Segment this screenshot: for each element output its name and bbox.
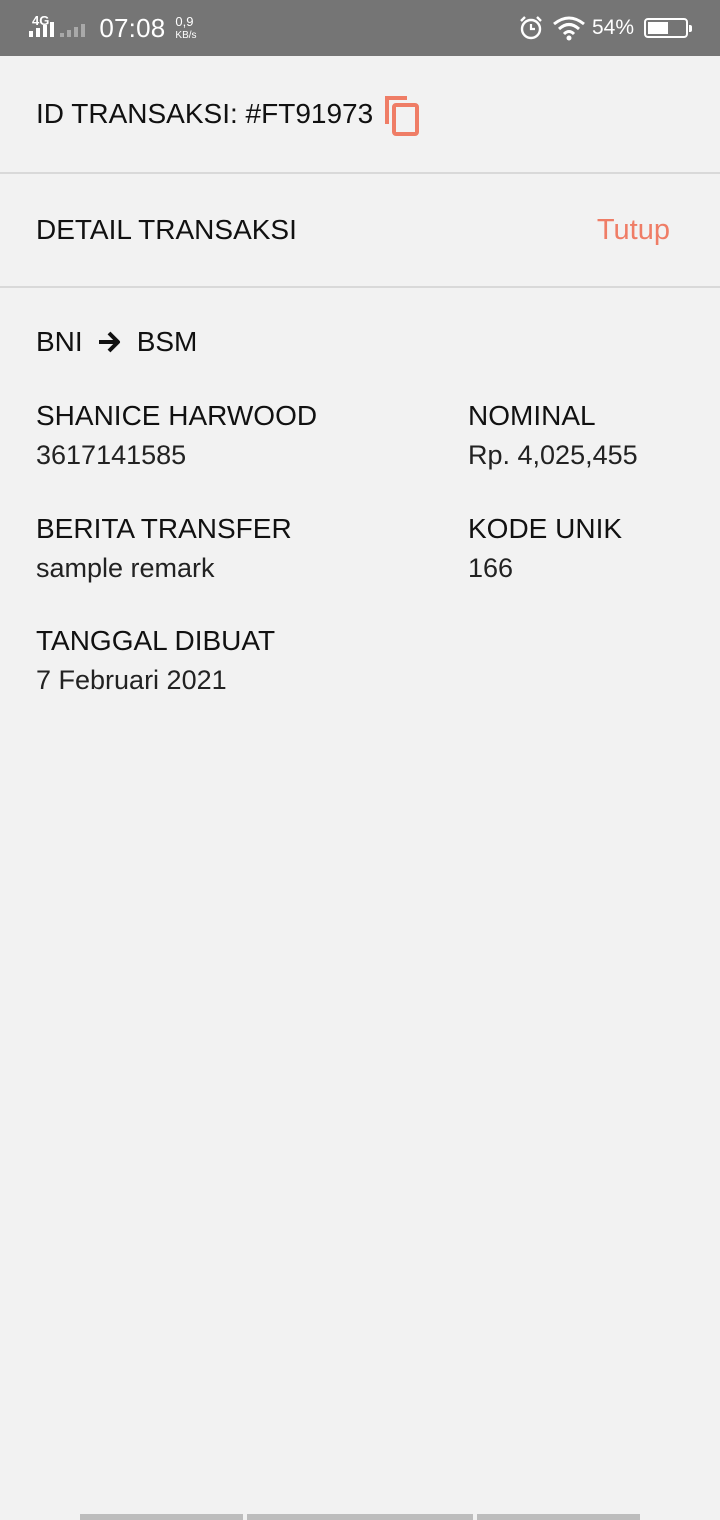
detail-header-row: DETAIL TRANSAKSI Tutup (0, 174, 720, 288)
arrow-right-icon (98, 331, 120, 353)
status-time: 07:08 (99, 12, 166, 43)
copy-icon[interactable] (383, 94, 421, 138)
speed-value: 0,9 (175, 14, 194, 29)
route-from: BNI (36, 326, 83, 357)
date-value: 7 Februari 2021 (36, 665, 227, 695)
recipient-field: SHANICE HARWOOD 3617141585 (36, 400, 317, 471)
detail-title: DETAIL TRANSAKSI (36, 214, 297, 245)
battery-icon (644, 18, 692, 38)
close-button[interactable]: Tutup (597, 214, 670, 247)
nav-gesture-segment-center[interactable] (247, 1514, 473, 1520)
nominal-field: NOMINAL Rp. 4,025,455 (468, 400, 638, 471)
nav-gesture-segment-left[interactable] (80, 1514, 243, 1520)
transaction-id: ID TRANSAKSI: #FT91973 (36, 98, 374, 129)
status-bar-right: 54% (518, 15, 692, 41)
status-bar: 4G 07:08 0,9 KB/s 54% (0, 0, 720, 56)
bank-route: BNI BSM (36, 326, 197, 358)
date-field: TANGGAL DIBUAT 7 Februari 2021 (36, 625, 275, 696)
remark-field: BERITA TRANSFER sample remark (36, 513, 292, 584)
network-type: 4G (32, 12, 50, 28)
wifi-icon (553, 16, 585, 41)
network-speed: 0,9 KB/s (175, 15, 196, 41)
alarm-icon (520, 16, 542, 40)
remark-value: sample remark (36, 553, 215, 583)
unique-code-value: 166 (468, 553, 514, 583)
route-to: BSM (136, 326, 198, 357)
transaction-id-row: ID TRANSAKSI: #FT91973 (0, 56, 720, 174)
date-label: TANGGAL DIBUAT (36, 625, 276, 656)
account-number: 3617141585 (36, 440, 187, 470)
recipient-name: SHANICE HARWOOD (36, 400, 318, 431)
battery-percent: 54% (591, 16, 634, 39)
remark-label: BERITA TRANSFER (36, 513, 292, 544)
speed-unit: KB/s (175, 30, 197, 41)
status-bar-left: 4G 07:08 0,9 KB/s (29, 12, 197, 44)
signal-sim2-icon (60, 19, 86, 37)
unique-code-label: KODE UNIK (468, 513, 623, 544)
nominal-value: Rp. 4,025,455 (468, 440, 638, 470)
unique-code-field: KODE UNIK 166 (468, 513, 622, 584)
nav-gesture-segment-right[interactable] (477, 1514, 640, 1520)
nominal-label: NOMINAL (468, 400, 596, 431)
